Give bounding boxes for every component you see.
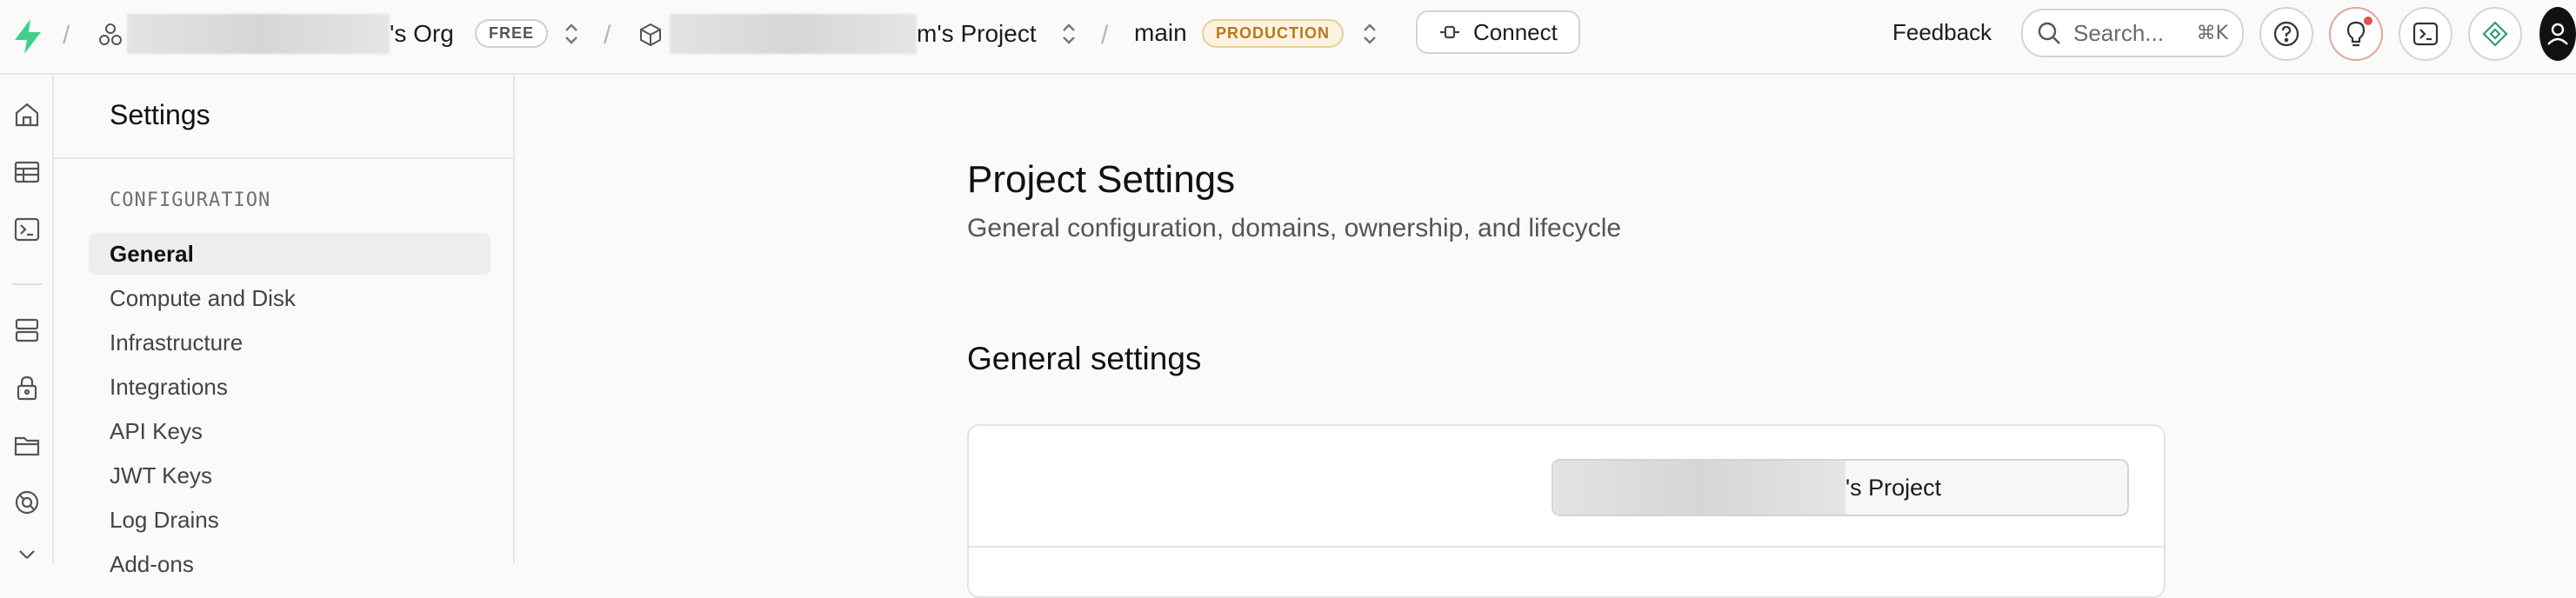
expand-rail-icon[interactable] (8, 539, 46, 577)
project-switch-chevron-icon[interactable] (1059, 21, 1078, 47)
general-settings-card: 's Project (967, 424, 2166, 598)
redacted-project-name (1553, 461, 1845, 515)
sql-editor-icon[interactable] (8, 210, 46, 249)
storage-icon[interactable] (8, 426, 46, 464)
terminal-icon (2412, 21, 2439, 47)
org-name: 's Org (390, 20, 454, 47)
section-title: General settings (967, 341, 1202, 376)
rail-divider (12, 283, 42, 285)
notification-dot (2364, 17, 2372, 25)
connect-button[interactable]: Connect (1416, 10, 1580, 54)
sidebar-item-log-drains[interactable]: Log Drains (89, 499, 491, 541)
page-subtitle: General configuration, domains, ownershi… (967, 214, 1622, 243)
org-icon (97, 22, 123, 48)
diamond-icon (2481, 20, 2509, 48)
help-button[interactable] (2259, 7, 2313, 61)
card-divider (969, 546, 2164, 548)
org-switch-chevron-icon[interactable] (562, 21, 581, 47)
org-switcher[interactable]: 's Org (127, 14, 454, 54)
breadcrumb-separator: / (63, 21, 70, 50)
sidebar-item-api-keys[interactable]: API Keys (89, 410, 491, 452)
brand-logo-icon[interactable] (10, 17, 45, 56)
lightbulb-icon (2343, 17, 2372, 48)
plan-badge: FREE (475, 19, 549, 48)
breadcrumb-separator: / (1101, 21, 1109, 50)
assistant-button[interactable] (2468, 7, 2522, 61)
project-switcher[interactable]: m's Project (670, 14, 1037, 54)
feedback-button[interactable]: Feedback (1892, 19, 1992, 46)
avatar[interactable] (2539, 7, 2576, 61)
sidebar-divider (54, 157, 513, 159)
sidebar-item-jwt-keys[interactable]: JWT Keys (89, 455, 491, 496)
sidebar-item-infrastructure[interactable]: Infrastructure (89, 322, 491, 363)
page-title: Project Settings (967, 158, 1236, 201)
sidebar-item-general[interactable]: General (89, 233, 491, 275)
nav-rail (0, 75, 54, 563)
environment-badge: PRODUCTION (1202, 19, 1344, 48)
main-content: Project Settings General configuration, … (515, 75, 2576, 598)
search-input[interactable]: Search... ⌘K (2021, 9, 2244, 57)
settings-sidebar: Settings CONFIGURATION General Compute a… (54, 75, 515, 577)
project-name-value: 's Project (1845, 474, 1942, 501)
sidebar-item-compute-and-disk[interactable]: Compute and Disk (89, 277, 491, 319)
database-icon[interactable] (8, 311, 46, 349)
branch-name[interactable]: main (1134, 19, 1187, 47)
sidebar-section-label: CONFIGURATION (110, 189, 271, 211)
redacted-project-name (670, 14, 917, 54)
table-editor-icon[interactable] (8, 153, 46, 191)
redacted-org-name (127, 14, 390, 54)
search-icon (2037, 21, 2061, 45)
connect-label: Connect (1473, 18, 1558, 45)
plug-icon (1438, 23, 1461, 42)
sidebar-item-integrations[interactable]: Integrations (89, 366, 491, 408)
realtime-icon[interactable] (8, 483, 46, 522)
branch-switch-chevron-icon[interactable] (1360, 21, 1379, 47)
project-name-input[interactable]: 's Project (1552, 459, 2129, 516)
terminal-button[interactable] (2399, 7, 2453, 61)
search-placeholder: Search... (2073, 19, 2165, 46)
auth-lock-icon[interactable] (8, 369, 46, 407)
project-name: m's Project (917, 20, 1037, 47)
cube-icon (638, 22, 663, 48)
breadcrumb-separator: / (604, 21, 611, 50)
tips-button[interactable] (2329, 7, 2383, 61)
help-icon (2272, 20, 2300, 48)
home-icon[interactable] (8, 96, 46, 134)
top-bar: / 's Org FREE / m's Project / main PRODU… (0, 0, 2576, 75)
search-shortcut: ⌘K (2196, 22, 2228, 44)
avatar-icon (2539, 7, 2576, 61)
sidebar-item-add-ons[interactable]: Add-ons (89, 543, 491, 585)
sidebar-title: Settings (110, 99, 210, 130)
